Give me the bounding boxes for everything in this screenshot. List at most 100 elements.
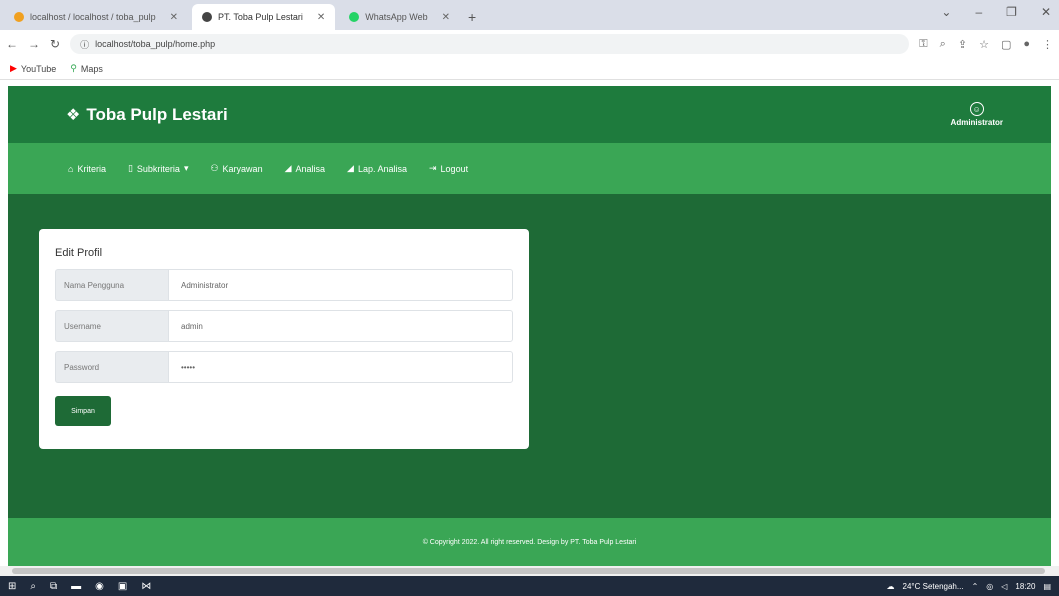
task-view-icon[interactable]: ⧉ [50,581,57,592]
close-icon[interactable]: ✕ [317,12,325,23]
nav-item-kriteria[interactable]: ⌂ Kriteria [68,164,106,174]
user-circle-icon: ☺ [969,102,984,116]
field-label: Username [55,310,168,342]
user-menu[interactable]: ☺ Administrator [951,102,1003,127]
forward-icon[interactable]: → [28,37,40,51]
user-icon: ⚇ [210,163,219,173]
browser-extensions: ⚿ ⌕ ⇪ ☆ ▢ ● ⋮ [919,38,1053,51]
clock-text[interactable]: 18:20 [1015,582,1035,591]
form-row-password: Password [55,351,513,383]
map-pin-icon: ⚲ [70,63,77,73]
os-taskbar: ⊞ ⌕ ⧉ ▬ ◉ ▣ ⋈ ☁ 24°C Setengah... ⌃ ◎ ◁ 1… [0,576,1059,596]
nav-item-analisa[interactable]: ◢ Analisa [285,163,325,174]
tab-title: PT. Toba Pulp Lestari [217,12,303,22]
bookmark-maps[interactable]: ⚲ Maps [70,63,103,74]
main-nav: ⌂ Kriteria ▯ Subkriteria ▾ ⚇ Karyawan ◢ … [8,143,1051,194]
browser-tab-whatsapp[interactable]: WhatsApp Web ✕ [339,4,460,30]
phpmyadmin-icon [14,12,24,22]
profile-icon[interactable]: ● [1023,38,1030,51]
brand-name: Toba Pulp Lestari [86,104,228,124]
logout-icon: ⇥ [429,163,437,173]
field-label: Nama Pengguna [55,269,168,301]
scrollbar-thumb[interactable] [12,568,1045,574]
file-explorer-icon[interactable]: ▬ [71,581,81,592]
chrome-icon[interactable]: ◉ [95,581,104,592]
windows-start-icon[interactable]: ⊞ [8,581,16,592]
chevron-down-icon: ▾ [183,163,189,173]
app-header: ❖ Toba Pulp Lestari ☺ Administrator [8,86,1051,143]
search-icon[interactable]: ⌕ [30,581,36,592]
nav-item-subkriteria[interactable]: ▯ Subkriteria ▾ [128,163,189,174]
bookmark-label: YouTube [20,63,57,74]
url-text: localhost/toba_pulp/home.php [95,39,216,49]
tab-title: WhatsApp Web [365,12,428,22]
nama-pengguna-input[interactable] [168,269,513,301]
bookmark-youtube[interactable]: ▶ YouTube [10,63,56,74]
info-icon: ⓘ [80,39,90,50]
tab-title: localhost / localhost / toba_pulp [30,12,156,22]
leaf-icon: ❖ [66,106,81,124]
bookmark-label: Maps [80,63,103,74]
share-icon[interactable]: ⇪ [958,38,967,51]
window-controls: ⌄ – ❐ ✕ [941,5,1051,19]
weather-icon: ☁ [886,581,895,591]
copyright-text: © Copyright 2022. All right reserved. De… [422,538,637,546]
field-label: Password [55,351,168,383]
close-window-icon[interactable]: ✕ [1041,5,1051,19]
document-icon: ▯ [127,163,133,173]
chart-icon: ◢ [347,163,354,173]
home-icon: ⌂ [68,163,74,174]
main-content: Edit Profil Nama Pengguna Username Passw… [8,194,1051,518]
youtube-icon: ▶ [10,63,17,73]
nav-label: Lap. Analisa [357,163,407,174]
url-input[interactable]: ⓘ localhost/toba_pulp/home.php [70,34,910,54]
chevron-up-icon[interactable]: ⌃ [972,582,979,591]
browser-tab-bar: localhost / localhost / toba_pulp ✕ PT. … [0,0,1059,30]
maximize-icon[interactable]: ❐ [1006,5,1017,19]
minimize-icon[interactable]: – [975,5,982,19]
weather-text[interactable]: 24°C Setengah... [903,582,964,591]
nav-label: Karyawan [222,163,263,174]
username-input[interactable] [168,310,513,342]
form-row-username: Username [55,310,513,342]
new-tab-button[interactable]: + [460,4,484,30]
user-name: Administrator [950,118,1003,127]
vscode-icon[interactable]: ⋈ [141,581,151,592]
nav-label: Analisa [295,163,326,174]
star-icon[interactable]: ☆ [979,38,989,51]
notification-icon[interactable]: ▤ [1043,582,1051,591]
password-input[interactable] [168,351,513,383]
nav-item-karyawan[interactable]: ⚇ Karyawan [210,163,262,174]
sidepanel-icon[interactable]: ▢ [1001,38,1011,51]
chart-icon: ◢ [284,163,292,173]
nav-label: Subkriteria [136,163,180,174]
nav-item-logout[interactable]: ⇥ Logout [429,163,468,174]
nav-label: Logout [440,163,469,174]
card-title: Edit Profil [55,247,103,259]
wifi-icon[interactable]: ◎ [986,582,993,591]
horizontal-scrollbar[interactable] [0,566,1059,576]
app-footer: © Copyright 2022. All right reserved. De… [8,518,1051,566]
system-tray: ☁ 24°C Setengah... ⌃ ◎ ◁ 18:20 ▤ [887,582,1051,591]
form-row-nama-pengguna: Nama Pengguna [55,269,513,301]
back-icon[interactable]: ← [6,37,18,51]
nav-item-lap-analisa[interactable]: ◢ Lap. Analisa [347,163,407,174]
close-icon[interactable]: ✕ [170,12,178,23]
brand-logo[interactable]: ❖ Toba Pulp Lestari [66,105,228,125]
reload-icon[interactable]: ↻ [50,37,60,51]
browser-tab-phpmyadmin[interactable]: localhost / localhost / toba_pulp ✕ [4,4,188,30]
address-bar: ← → ↻ ⓘ localhost/toba_pulp/home.php ⚿ ⌕… [0,30,1059,58]
edit-profile-card: Edit Profil Nama Pengguna Username Passw… [39,229,529,449]
menu-icon[interactable]: ⋮ [1042,38,1053,51]
save-button[interactable]: Simpan [55,396,111,426]
nav-label: Kriteria [77,163,106,174]
browser-tab-toba-pulp[interactable]: PT. Toba Pulp Lestari ✕ [191,4,336,30]
bookmarks-bar: ▶ YouTube ⚲ Maps [0,58,1059,80]
chevron-down-icon[interactable]: ⌄ [941,5,951,19]
close-icon[interactable]: ✕ [442,12,450,23]
app-icon[interactable]: ▣ [118,581,127,592]
volume-icon[interactable]: ◁ [1001,582,1007,591]
key-icon[interactable]: ⚿ [919,38,927,51]
zoom-icon[interactable]: ⌕ [940,38,946,51]
site-icon [201,12,212,22]
